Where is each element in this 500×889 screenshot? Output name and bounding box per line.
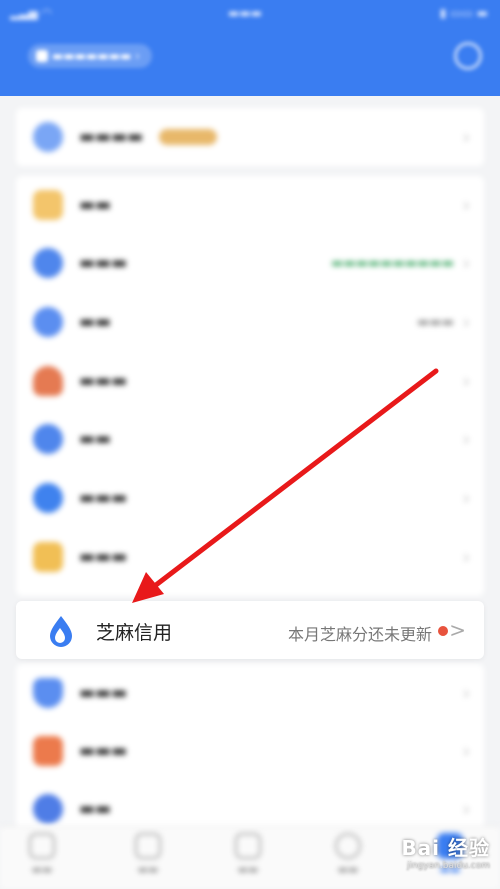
list-item[interactable]: ▬▬▬ ▬▬▬▬▬▬▬▬▬▬ › — [16, 234, 484, 292]
member-badge — [158, 129, 217, 145]
bill-icon — [33, 190, 63, 220]
status-time: ▬▬▬ — [228, 6, 263, 20]
message-icon — [335, 833, 361, 859]
tab-life[interactable]: ▬▬ — [218, 833, 278, 876]
list-item[interactable]: ▬▬▬ › — [16, 722, 484, 780]
list-item-label: ▬▬▬ — [79, 741, 128, 761]
assets-icon — [33, 248, 63, 278]
list-item[interactable]: ▬▬ ▬▬▬ › — [16, 293, 484, 351]
notification-dot — [438, 626, 448, 636]
list-item[interactable]: ▬▬▬▬ › — [16, 108, 484, 166]
chevron-right-icon: › — [462, 487, 470, 509]
list-item[interactable]: ▬▬ › — [16, 176, 484, 234]
watermark: Bai 经验 jingyan.baidu.com — [401, 832, 490, 871]
home-icon — [29, 833, 55, 859]
chevron-right-icon: › — [462, 798, 470, 820]
huabei-icon — [33, 424, 63, 454]
lower-list: ▬▬▬ › ▬▬▬ › ▬▬ › — [16, 664, 484, 834]
account-pill-text: ▬▬▬▬▬▬▬ › — [52, 49, 140, 63]
tab-wealth[interactable]: ▬▬ — [118, 833, 178, 876]
list-item-label: ▬▬▬ — [79, 488, 128, 508]
watermark-logo: Bai 经验 — [401, 836, 490, 860]
bankcard-icon — [33, 542, 63, 572]
tv-icon — [235, 833, 261, 859]
list-item-note: ▬▬▬▬▬▬▬▬▬▬ — [331, 255, 454, 271]
chevron-right-icon: › — [462, 370, 470, 392]
zhima-title: 芝麻信用 — [96, 622, 173, 644]
list-item-label: ▬▬ — [79, 195, 112, 215]
zhima-status: 本月芝麻分还未更新 — [287, 625, 432, 644]
list-item[interactable]: ▬▬▬ › — [16, 528, 484, 586]
signal-icon: ▂▃▅ ◠ — [10, 6, 52, 20]
yuliao-icon — [33, 483, 63, 513]
list-item[interactable]: ▬▬▬ › — [16, 469, 484, 527]
list-item-label: ▬▬ — [79, 312, 112, 332]
wealth-icon — [135, 833, 161, 859]
chevron-right-icon: › — [462, 546, 470, 568]
xianghubao-icon — [33, 736, 63, 766]
list-item[interactable]: ▬▬▬ › — [16, 664, 484, 722]
list-item-label: ▬▬ — [79, 429, 112, 449]
list-item-label: ▬▬▬ — [79, 371, 128, 391]
list-item-label: ▬▬▬▬ — [79, 127, 217, 147]
list-item-label: ▬▬▬ — [79, 547, 128, 567]
main-list: ▬▬ › ▬▬▬ ▬▬▬▬▬▬▬▬▬▬ › ▬▬ ▬▬▬ › ▬▬▬ › ▬▬ … — [16, 176, 484, 596]
chevron-right-icon: › — [462, 740, 470, 762]
list-item-label: ▬▬▬ — [79, 253, 128, 273]
member-card[interactable]: ▬▬▬▬ › — [16, 108, 484, 166]
chevron-right-icon: › — [462, 252, 470, 274]
status-bar: ▂▃▅ ◠ ▬▬▬ ▮ ▭▭ ▬ — [0, 0, 500, 28]
insurance-icon — [33, 678, 63, 708]
chevron-right-icon: > — [449, 618, 466, 642]
battery-icon: ▮ ▭▭ ▬ — [439, 6, 488, 20]
tab-messages[interactable]: ▬▬ — [318, 833, 378, 876]
list-item-note: ▬▬▬ — [417, 314, 454, 330]
list-item-label: ▬▬▬ — [79, 683, 128, 703]
gear-icon[interactable] — [454, 42, 482, 70]
zhima-credit-row[interactable]: 芝麻信用 本月芝麻分还未更新 > — [16, 601, 484, 659]
balance-icon — [33, 307, 63, 337]
jiebei-icon — [33, 794, 63, 824]
yuebao-icon — [33, 366, 63, 396]
chevron-right-icon: › — [462, 682, 470, 704]
list-item[interactable]: ▬▬▬ › — [16, 352, 484, 410]
tab-home[interactable]: ▬▬ — [12, 833, 72, 876]
chevron-right-icon: › — [462, 126, 470, 148]
flame-drop-icon — [50, 616, 72, 647]
account-pill[interactable]: ▬▬▬▬▬▬▬ › — [28, 44, 152, 68]
watermark-url: jingyan.baidu.com — [406, 861, 490, 871]
list-item-label: ▬▬ — [79, 799, 112, 819]
shield-icon — [36, 50, 48, 62]
member-icon — [33, 122, 63, 152]
list-item[interactable]: ▬▬ › — [16, 410, 484, 468]
chevron-right-icon: › — [462, 311, 470, 333]
profile-header: ▂▃▅ ◠ ▬▬▬ ▮ ▭▭ ▬ ▬▬▬▬▬▬▬ › — [0, 0, 500, 96]
chevron-right-icon: › — [462, 194, 470, 216]
chevron-right-icon: › — [462, 428, 470, 450]
